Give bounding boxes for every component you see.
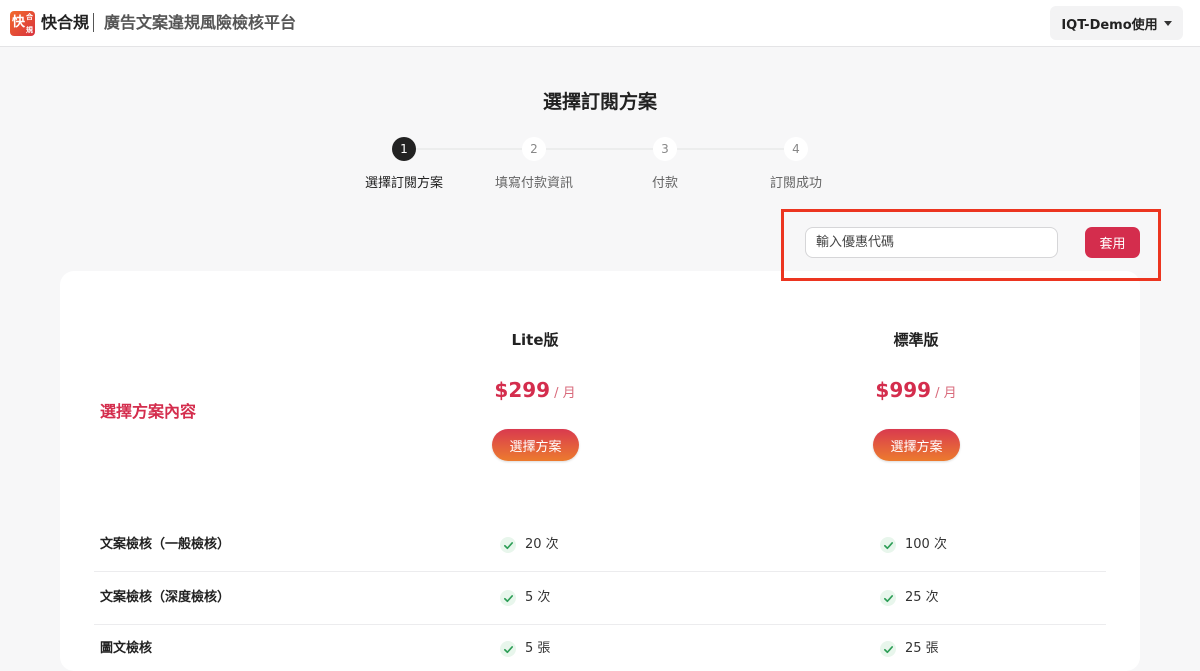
step-connector — [546, 148, 653, 150]
brand-name[interactable]: 快合規 — [41, 12, 89, 34]
feature-row-label: 文案檢核（一般檢核） — [100, 537, 231, 552]
step-1-circle: 1 — [392, 137, 416, 161]
feature-row-lite-value: 5 張 — [500, 640, 550, 658]
logo-char-bottom: 規 — [26, 26, 33, 34]
step-1-label: 選擇訂閱方案 — [364, 176, 443, 191]
top-header: 快 合 規 快合規 廣告文案違規風險檢核平台 IQT-Demo使用 — [0, 0, 1200, 47]
step-connector — [416, 148, 522, 150]
feature-value-text: 25 張 — [905, 641, 939, 656]
check-icon — [500, 641, 516, 657]
check-icon — [880, 641, 896, 657]
feature-value-text: 20 次 — [525, 537, 559, 552]
feature-value-text: 25 次 — [905, 590, 939, 605]
step-3-label: 付款 — [651, 176, 678, 191]
feature-value-text: 5 次 — [525, 590, 551, 605]
apply-coupon-button[interactable]: 套用 — [1085, 227, 1140, 258]
brand-logo-icon[interactable]: 快 合 規 — [10, 11, 35, 36]
brand-subtitle: 廣告文案違規風險檢核平台 — [104, 13, 297, 32]
feature-row-standard-value: 25 次 — [880, 589, 939, 607]
caret-down-icon — [1163, 20, 1172, 26]
plan-section-label: 選擇方案內容 — [100, 402, 197, 421]
user-menu-label: IQT-Demo使用 — [1061, 17, 1158, 33]
step-connector — [677, 148, 784, 150]
user-menu-dropdown[interactable]: IQT-Demo使用 — [1050, 6, 1183, 40]
feature-row-lite-value: 20 次 — [500, 536, 559, 554]
brand-divider — [93, 13, 94, 32]
plan-standard-price-amount: $999 — [875, 378, 932, 402]
select-plan-lite-button[interactable]: 選擇方案 — [492, 429, 579, 461]
feature-value-text: 5 張 — [525, 641, 551, 656]
plan-lite-price-period: / 月 — [554, 386, 576, 401]
step-4-label: 訂閱成功 — [769, 176, 822, 191]
step-3-circle: 3 — [653, 137, 677, 161]
plan-lite-price: $299/ 月 — [415, 377, 655, 407]
plan-standard-price-period: / 月 — [935, 386, 957, 401]
step-2-circle: 2 — [522, 137, 546, 161]
coupon-code-input[interactable] — [805, 227, 1058, 258]
check-icon — [880, 590, 896, 606]
row-divider — [94, 624, 1106, 625]
feature-row-label: 圖文檢核 — [100, 641, 153, 656]
feature-row-standard-value: 25 張 — [880, 640, 939, 658]
page-title: 選擇訂閱方案 — [542, 91, 657, 113]
plan-standard-name: 標準版 — [893, 331, 939, 349]
step-4-circle: 4 — [784, 137, 808, 161]
plan-lite-price-amount: $299 — [494, 378, 551, 402]
check-icon — [880, 537, 896, 553]
plan-standard-price: $999/ 月 — [796, 377, 1036, 407]
feature-row-label: 文案檢核（深度檢核） — [100, 590, 231, 605]
select-plan-standard-button[interactable]: 選擇方案 — [873, 429, 960, 461]
step-2-label: 填寫付款資訊 — [494, 176, 573, 191]
logo-char-top: 合 — [26, 13, 33, 21]
check-icon — [500, 537, 516, 553]
feature-row-standard-value: 100 次 — [880, 536, 947, 554]
plan-lite-name: Lite版 — [511, 331, 559, 349]
feature-value-text: 100 次 — [905, 537, 947, 552]
feature-row-lite-value: 5 次 — [500, 589, 550, 607]
row-divider — [94, 571, 1106, 572]
logo-char-main: 快 — [12, 15, 26, 30]
check-icon — [500, 590, 516, 606]
